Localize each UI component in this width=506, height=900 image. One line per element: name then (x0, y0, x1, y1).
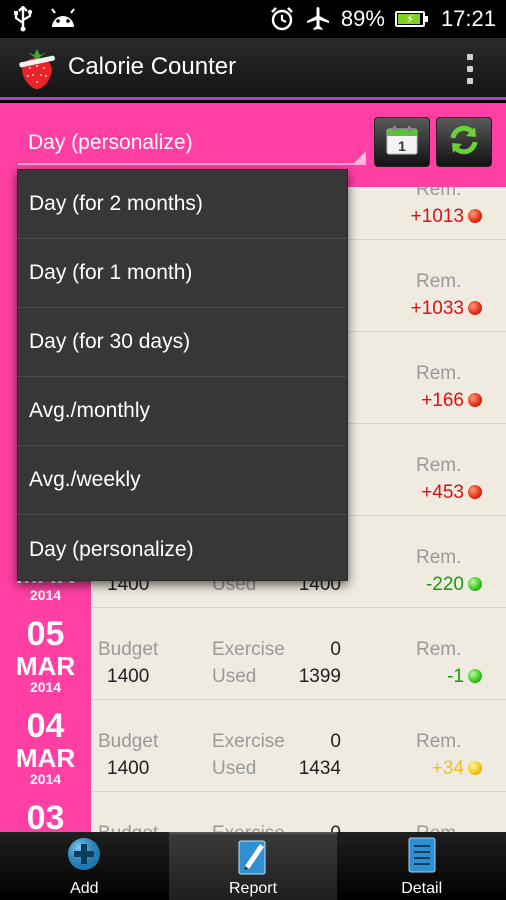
rem-label: Rem. (416, 271, 462, 292)
status-dot-icon (468, 393, 482, 407)
used-value: 1434 (298, 758, 341, 779)
date-month: MAR (15, 743, 76, 773)
rem-label: Rem. (416, 639, 462, 660)
dropdown-option-avg-weekly[interactable]: Avg./weekly (18, 446, 347, 515)
exercise-value: 0 (330, 823, 341, 832)
rem-value: -1 (447, 666, 464, 687)
status-bar: 89% ⚡ 17:21 (0, 0, 506, 38)
exercise-value: 0 (330, 731, 341, 752)
dropdown-option-day-personalize[interactable]: Day (personalize) (18, 515, 347, 584)
date-block: 04 MAR 2014 (0, 700, 91, 792)
budget-label: Budget (98, 823, 158, 832)
date-year: 2014 (29, 587, 62, 603)
nav-detail[interactable]: Detail (337, 832, 506, 900)
list-row[interactable]: 03 Budget Exercise 0 Rem. (0, 792, 506, 832)
rem-value: +1013 (410, 206, 464, 227)
android-icon (48, 7, 78, 31)
rem-label: Rem. (416, 187, 462, 200)
nav-add[interactable]: Add (0, 832, 169, 900)
period-spinner[interactable]: Day (personalize) (18, 125, 366, 165)
list-row[interactable]: 05 MAR 2014 Budget 1400 Exercise 0 Used 1399 Rem.… (0, 608, 506, 700)
rem-value: +453 (421, 482, 464, 503)
calendar-button[interactable]: 1 (374, 117, 430, 167)
strawberry-logo (16, 46, 58, 90)
app-title: Calorie Counter (68, 53, 237, 80)
rem-label: Rem. (416, 363, 462, 384)
status-dot-icon (468, 209, 482, 223)
refresh-button[interactable] (436, 117, 492, 167)
period-spinner-label: Day (personalize) (28, 131, 193, 154)
nav-detail-label: Detail (401, 880, 443, 897)
svg-text:1: 1 (398, 138, 406, 154)
spinner-arrow-icon (354, 151, 366, 163)
date-day: 05 (26, 615, 65, 653)
rem-value: -220 (425, 574, 464, 595)
battery-charging-icon: ⚡ (394, 11, 428, 27)
status-dot-icon (468, 485, 482, 499)
airplane-icon (305, 6, 331, 32)
usb-icon (12, 6, 34, 32)
used-label: Used (212, 758, 257, 779)
exercise-label: Exercise (212, 731, 285, 752)
period-dropdown: Day (for 2 months) Day (for 1 month) Day… (17, 169, 348, 581)
calendar-icon: 1 (385, 124, 419, 161)
used-label: Used (212, 666, 257, 687)
budget-label: Budget (98, 639, 159, 660)
report-icon (236, 838, 270, 881)
list-row[interactable]: 04 MAR 2014 Budget 1400 Exercise 0 Used 1434 Rem.… (0, 700, 506, 792)
add-icon (66, 836, 102, 877)
date-block: 03 (0, 792, 91, 832)
rem-label: Rem. (416, 823, 461, 832)
rem-value: +34 (431, 758, 464, 779)
alarm-icon (269, 6, 295, 32)
rem-label: Rem. (416, 455, 462, 476)
clock: 17:21 (440, 6, 496, 31)
budget-label: Budget (98, 731, 159, 752)
exercise-label: Exercise (212, 823, 285, 832)
detail-icon (406, 836, 438, 879)
date-year: 2014 (29, 679, 62, 695)
date-year: 2014 (29, 771, 62, 787)
dropdown-option-avg-monthly[interactable]: Avg./monthly (18, 377, 347, 446)
rem-value: +166 (421, 390, 464, 411)
bottom-nav: Add Report Detail (0, 832, 506, 900)
nav-report-label: Report (228, 880, 278, 897)
date-block: 05 MAR 2014 (0, 608, 91, 700)
dropdown-option-day-30-days[interactable]: Day (for 30 days) (18, 308, 347, 377)
rem-value: +1033 (410, 298, 464, 319)
overflow-menu-icon[interactable] (466, 54, 474, 84)
battery-percent: 89% (340, 6, 385, 31)
dropdown-option-day-2-months[interactable]: Day (for 2 months) (18, 170, 347, 239)
status-dot-icon (468, 761, 482, 775)
rem-label: Rem. (416, 547, 462, 568)
nav-add-label: Add (70, 880, 99, 897)
status-dot-icon (468, 301, 482, 315)
refresh-icon (447, 124, 481, 161)
status-dot-icon (468, 669, 482, 683)
exercise-value: 0 (330, 639, 341, 660)
status-dot-icon (468, 577, 482, 591)
rem-label: Rem. (416, 731, 462, 752)
budget-value: 1400 (107, 758, 150, 779)
date-day: 04 (26, 707, 65, 745)
used-value: 1399 (298, 666, 341, 687)
date-day: 03 (26, 799, 65, 832)
dropdown-option-day-1-month[interactable]: Day (for 1 month) (18, 239, 347, 308)
budget-value: 1400 (107, 666, 150, 687)
date-month: MAR (15, 651, 76, 681)
exercise-label: Exercise (212, 639, 285, 660)
nav-report[interactable]: Report (168, 832, 338, 900)
action-bar: Calorie Counter (0, 38, 506, 100)
